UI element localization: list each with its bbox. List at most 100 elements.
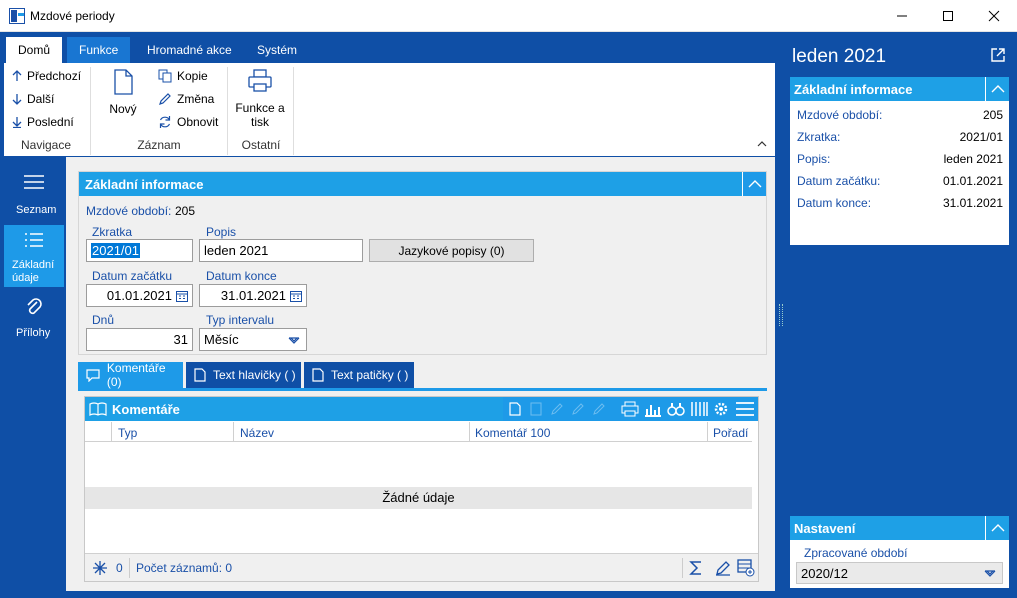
refresh-button[interactable]: Obnovit xyxy=(158,115,218,129)
panel-splitter[interactable] xyxy=(777,37,785,591)
new-document-icon xyxy=(114,69,133,95)
ribbon-separator xyxy=(293,67,294,155)
typ-intervalu-value: Měsíc xyxy=(204,332,239,347)
row-selector-header xyxy=(85,422,112,442)
app-icon xyxy=(9,8,25,24)
hamburger-icon[interactable] xyxy=(735,401,755,417)
arrow-up-icon xyxy=(12,70,22,81)
gear-icon[interactable] xyxy=(713,401,731,417)
add-grid-icon[interactable] xyxy=(737,559,755,577)
popis-input[interactable]: leden 2021 xyxy=(199,239,363,262)
footer-count: 0 xyxy=(116,561,123,575)
refresh-icon xyxy=(159,116,171,128)
chevron-up-icon xyxy=(991,85,1004,93)
calendar-icon[interactable] xyxy=(290,290,302,302)
datum-konce-input[interactable]: 31.01.2021 xyxy=(199,284,307,307)
new-label: Nový xyxy=(109,102,137,116)
minimize-button[interactable] xyxy=(879,0,925,32)
sum-icon[interactable] xyxy=(689,560,703,576)
binoculars-icon[interactable] xyxy=(667,401,685,417)
right-row-label: Datum začátku: xyxy=(797,174,881,188)
language-descriptions-button[interactable]: Jazykové popisy (0) xyxy=(369,239,534,262)
popout-icon[interactable] xyxy=(991,48,1005,62)
period-label: Mzdové období: xyxy=(86,204,172,218)
copy-record-icon[interactable] xyxy=(530,402,542,416)
settings-period-select[interactable]: 2020/12 xyxy=(796,562,1003,584)
right-info-row: Zkratka: 2021/01 xyxy=(797,130,1003,144)
paperclip-icon xyxy=(27,298,42,315)
settings-value: 2020/12 xyxy=(801,565,848,581)
dnu-input[interactable]: 31 xyxy=(86,328,193,351)
right-row-value: 31.01.2021 xyxy=(942,196,1003,210)
book-icon xyxy=(89,402,107,416)
collapse-settings-button[interactable] xyxy=(985,516,1009,540)
edit-record-icon[interactable] xyxy=(551,402,563,416)
calendar-icon[interactable] xyxy=(176,290,188,302)
basic-info-header: Základní informace xyxy=(79,172,766,196)
datum-zacatku-label: Datum začátku xyxy=(92,269,173,283)
print-button[interactable]: Funkce a tisk xyxy=(232,69,288,135)
right-row-label: Datum konce: xyxy=(797,196,872,210)
close-button[interactable] xyxy=(971,0,1017,32)
maximize-button[interactable] xyxy=(925,0,971,32)
right-row-label: Zkratka: xyxy=(797,130,841,144)
nav-item-prilohy[interactable]: Přílohy xyxy=(4,289,64,351)
zkratka-input[interactable]: 2021/01 xyxy=(86,239,193,262)
collapse-section-button[interactable] xyxy=(742,172,766,196)
copy-button[interactable]: Kopie xyxy=(158,69,208,83)
last-button[interactable]: Poslední xyxy=(12,115,74,129)
tab-system[interactable]: Systém xyxy=(245,37,309,63)
tab-funkce[interactable]: Funkce xyxy=(67,37,131,63)
settings-label: Zpracované období xyxy=(804,546,908,560)
new-button[interactable]: Nový xyxy=(102,69,144,129)
nav-item-seznam[interactable]: Seznam xyxy=(4,157,64,219)
print-icon[interactable] xyxy=(621,401,639,417)
next-button[interactable]: Další xyxy=(12,92,54,106)
comment-icon xyxy=(86,368,100,382)
grid-column-headers xyxy=(85,422,752,442)
column-header-komentar[interactable]: Komentář 100 xyxy=(475,426,550,440)
right-info-row: Datum konce: 31.01.2021 xyxy=(797,196,1003,210)
snowflake-icon[interactable] xyxy=(93,561,107,575)
list-icon xyxy=(25,233,43,247)
tab-text-paticky[interactable]: Text patičky ( ) xyxy=(304,362,414,388)
chevron-up-icon xyxy=(748,180,761,188)
grid-title: Komentáře xyxy=(112,402,180,417)
nav-item-zakladni-udaje[interactable]: Základní údaje xyxy=(4,225,64,287)
column-header-poradi[interactable]: Pořadí xyxy=(713,426,748,440)
save-record-icon[interactable] xyxy=(593,402,605,416)
right-row-label: Mzdové období: xyxy=(797,108,883,122)
close-icon xyxy=(988,10,1000,22)
tab-komentare[interactable]: Komentáře (0) xyxy=(78,361,183,389)
popis-value: leden 2021 xyxy=(204,243,269,258)
arrow-last-icon xyxy=(12,117,22,128)
ribbon-separator xyxy=(90,67,91,155)
tab-domu[interactable]: Domů xyxy=(6,37,63,63)
copy-label: Kopie xyxy=(177,69,208,83)
typ-intervalu-select[interactable]: Měsíc xyxy=(199,328,307,351)
collapse-ribbon-button[interactable] xyxy=(757,140,767,148)
delete-record-icon[interactable] xyxy=(572,402,584,416)
right-info-row: Datum začátku: 01.01.2021 xyxy=(797,174,1003,188)
tab-label: Text hlavičky ( ) xyxy=(213,368,296,382)
tab-text-hlavicky[interactable]: Text hlavičky ( ) xyxy=(186,362,301,388)
window-title: Mzdové periody xyxy=(30,9,115,23)
grid-toolbar xyxy=(503,397,758,421)
prev-button[interactable]: Předchozí xyxy=(12,69,81,83)
left-nav: Seznam Základní údaje Přílohy xyxy=(4,157,64,591)
collapse-right-section-button[interactable] xyxy=(985,77,1009,101)
dropdown-icon xyxy=(984,570,996,577)
change-button[interactable]: Změna xyxy=(158,92,214,106)
chart-icon[interactable] xyxy=(644,401,662,417)
dropdown-icon xyxy=(288,337,300,344)
new-record-icon[interactable] xyxy=(509,402,521,416)
prev-label: Předchozí xyxy=(27,69,82,83)
refresh-label: Obnovit xyxy=(177,115,219,129)
datum-zacatku-input[interactable]: 01.01.2021 xyxy=(86,284,193,307)
edit-icon[interactable] xyxy=(715,560,731,576)
column-header-typ[interactable]: Typ xyxy=(118,426,137,440)
tab-hromadne-akce[interactable]: Hromadné akce xyxy=(135,37,244,63)
column-header-nazev[interactable]: Název xyxy=(240,426,274,440)
column-divider xyxy=(233,422,234,442)
columns-icon[interactable] xyxy=(690,401,708,417)
